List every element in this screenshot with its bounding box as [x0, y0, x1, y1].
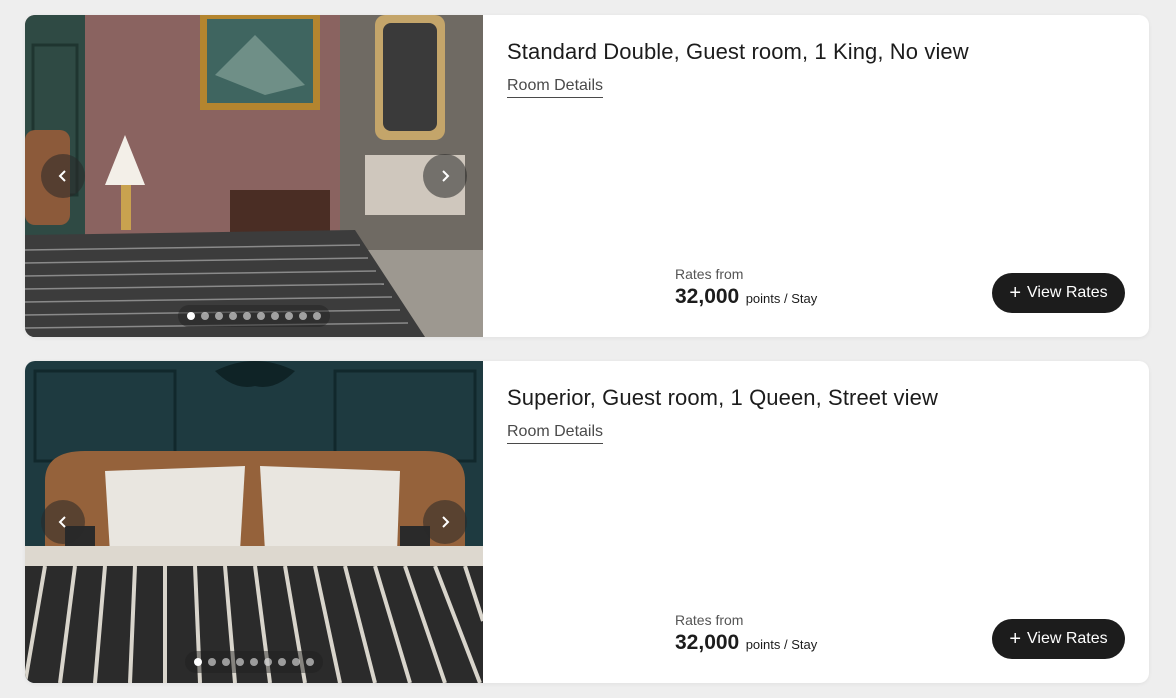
pagination-dot[interactable]	[208, 658, 216, 666]
room-title: Superior, Guest room, 1 Queen, Street vi…	[507, 385, 938, 410]
room-photo	[25, 15, 483, 337]
rates-block: Rates from 32,000 points / Stay	[675, 612, 817, 655]
next-photo-button[interactable]	[423, 500, 467, 544]
pagination-dot[interactable]	[194, 658, 202, 666]
rates-amount: 32,000	[675, 631, 740, 654]
chevron-left-icon	[58, 516, 66, 528]
rates-label: Rates from	[675, 266, 744, 282]
pagination-dot[interactable]	[313, 312, 321, 320]
pagination-dot[interactable]	[229, 312, 237, 320]
room-card: Standard Double, Guest room, 1 King, No …	[25, 15, 1149, 337]
plus-icon: +	[1009, 282, 1022, 304]
pagination-dot[interactable]	[292, 658, 300, 666]
photo-pagination	[185, 651, 323, 673]
view-rates-button[interactable]: + View Rates	[992, 273, 1125, 313]
rates-block: Rates from 32,000 points / Stay	[675, 266, 817, 309]
pagination-dot[interactable]	[257, 312, 265, 320]
pagination-dot[interactable]	[236, 658, 244, 666]
room-photo-gallery[interactable]	[25, 361, 483, 683]
pagination-dot[interactable]	[222, 658, 230, 666]
rates-label: Rates from	[675, 612, 744, 628]
chevron-right-icon	[442, 516, 450, 528]
pagination-dot[interactable]	[299, 312, 307, 320]
room-info: Standard Double, Guest room, 1 King, No …	[507, 15, 1149, 337]
room-details-link[interactable]: Room Details	[507, 77, 604, 98]
room-details-link[interactable]: Room Details	[507, 423, 604, 444]
pagination-dot[interactable]	[201, 312, 209, 320]
pagination-dot[interactable]	[250, 658, 258, 666]
room-info: Superior, Guest room, 1 Queen, Street vi…	[507, 361, 1149, 683]
pagination-dot[interactable]	[187, 312, 195, 320]
room-title: Standard Double, Guest room, 1 King, No …	[507, 39, 969, 64]
pagination-dot[interactable]	[243, 312, 251, 320]
pagination-dot[interactable]	[271, 312, 279, 320]
pagination-dot[interactable]	[264, 658, 272, 666]
view-rates-label: View Rates	[1027, 284, 1108, 301]
next-photo-button[interactable]	[423, 154, 467, 198]
pagination-dot[interactable]	[306, 658, 314, 666]
view-rates-button[interactable]: + View Rates	[992, 619, 1125, 659]
previous-photo-button[interactable]	[41, 500, 85, 544]
rates-unit: points / Stay	[745, 637, 818, 652]
rates-unit: points / Stay	[745, 291, 818, 306]
previous-photo-button[interactable]	[41, 154, 85, 198]
rates-amount: 32,000	[675, 285, 740, 308]
photo-pagination	[178, 305, 330, 327]
room-photo	[25, 361, 483, 683]
pagination-dot[interactable]	[278, 658, 286, 666]
plus-icon: +	[1009, 628, 1022, 650]
view-rates-label: View Rates	[1027, 630, 1108, 647]
room-photo-gallery[interactable]	[25, 15, 483, 337]
chevron-left-icon	[58, 170, 66, 182]
room-card: Superior, Guest room, 1 Queen, Street vi…	[25, 361, 1149, 683]
chevron-right-icon	[442, 170, 450, 182]
pagination-dot[interactable]	[215, 312, 223, 320]
pagination-dot[interactable]	[285, 312, 293, 320]
